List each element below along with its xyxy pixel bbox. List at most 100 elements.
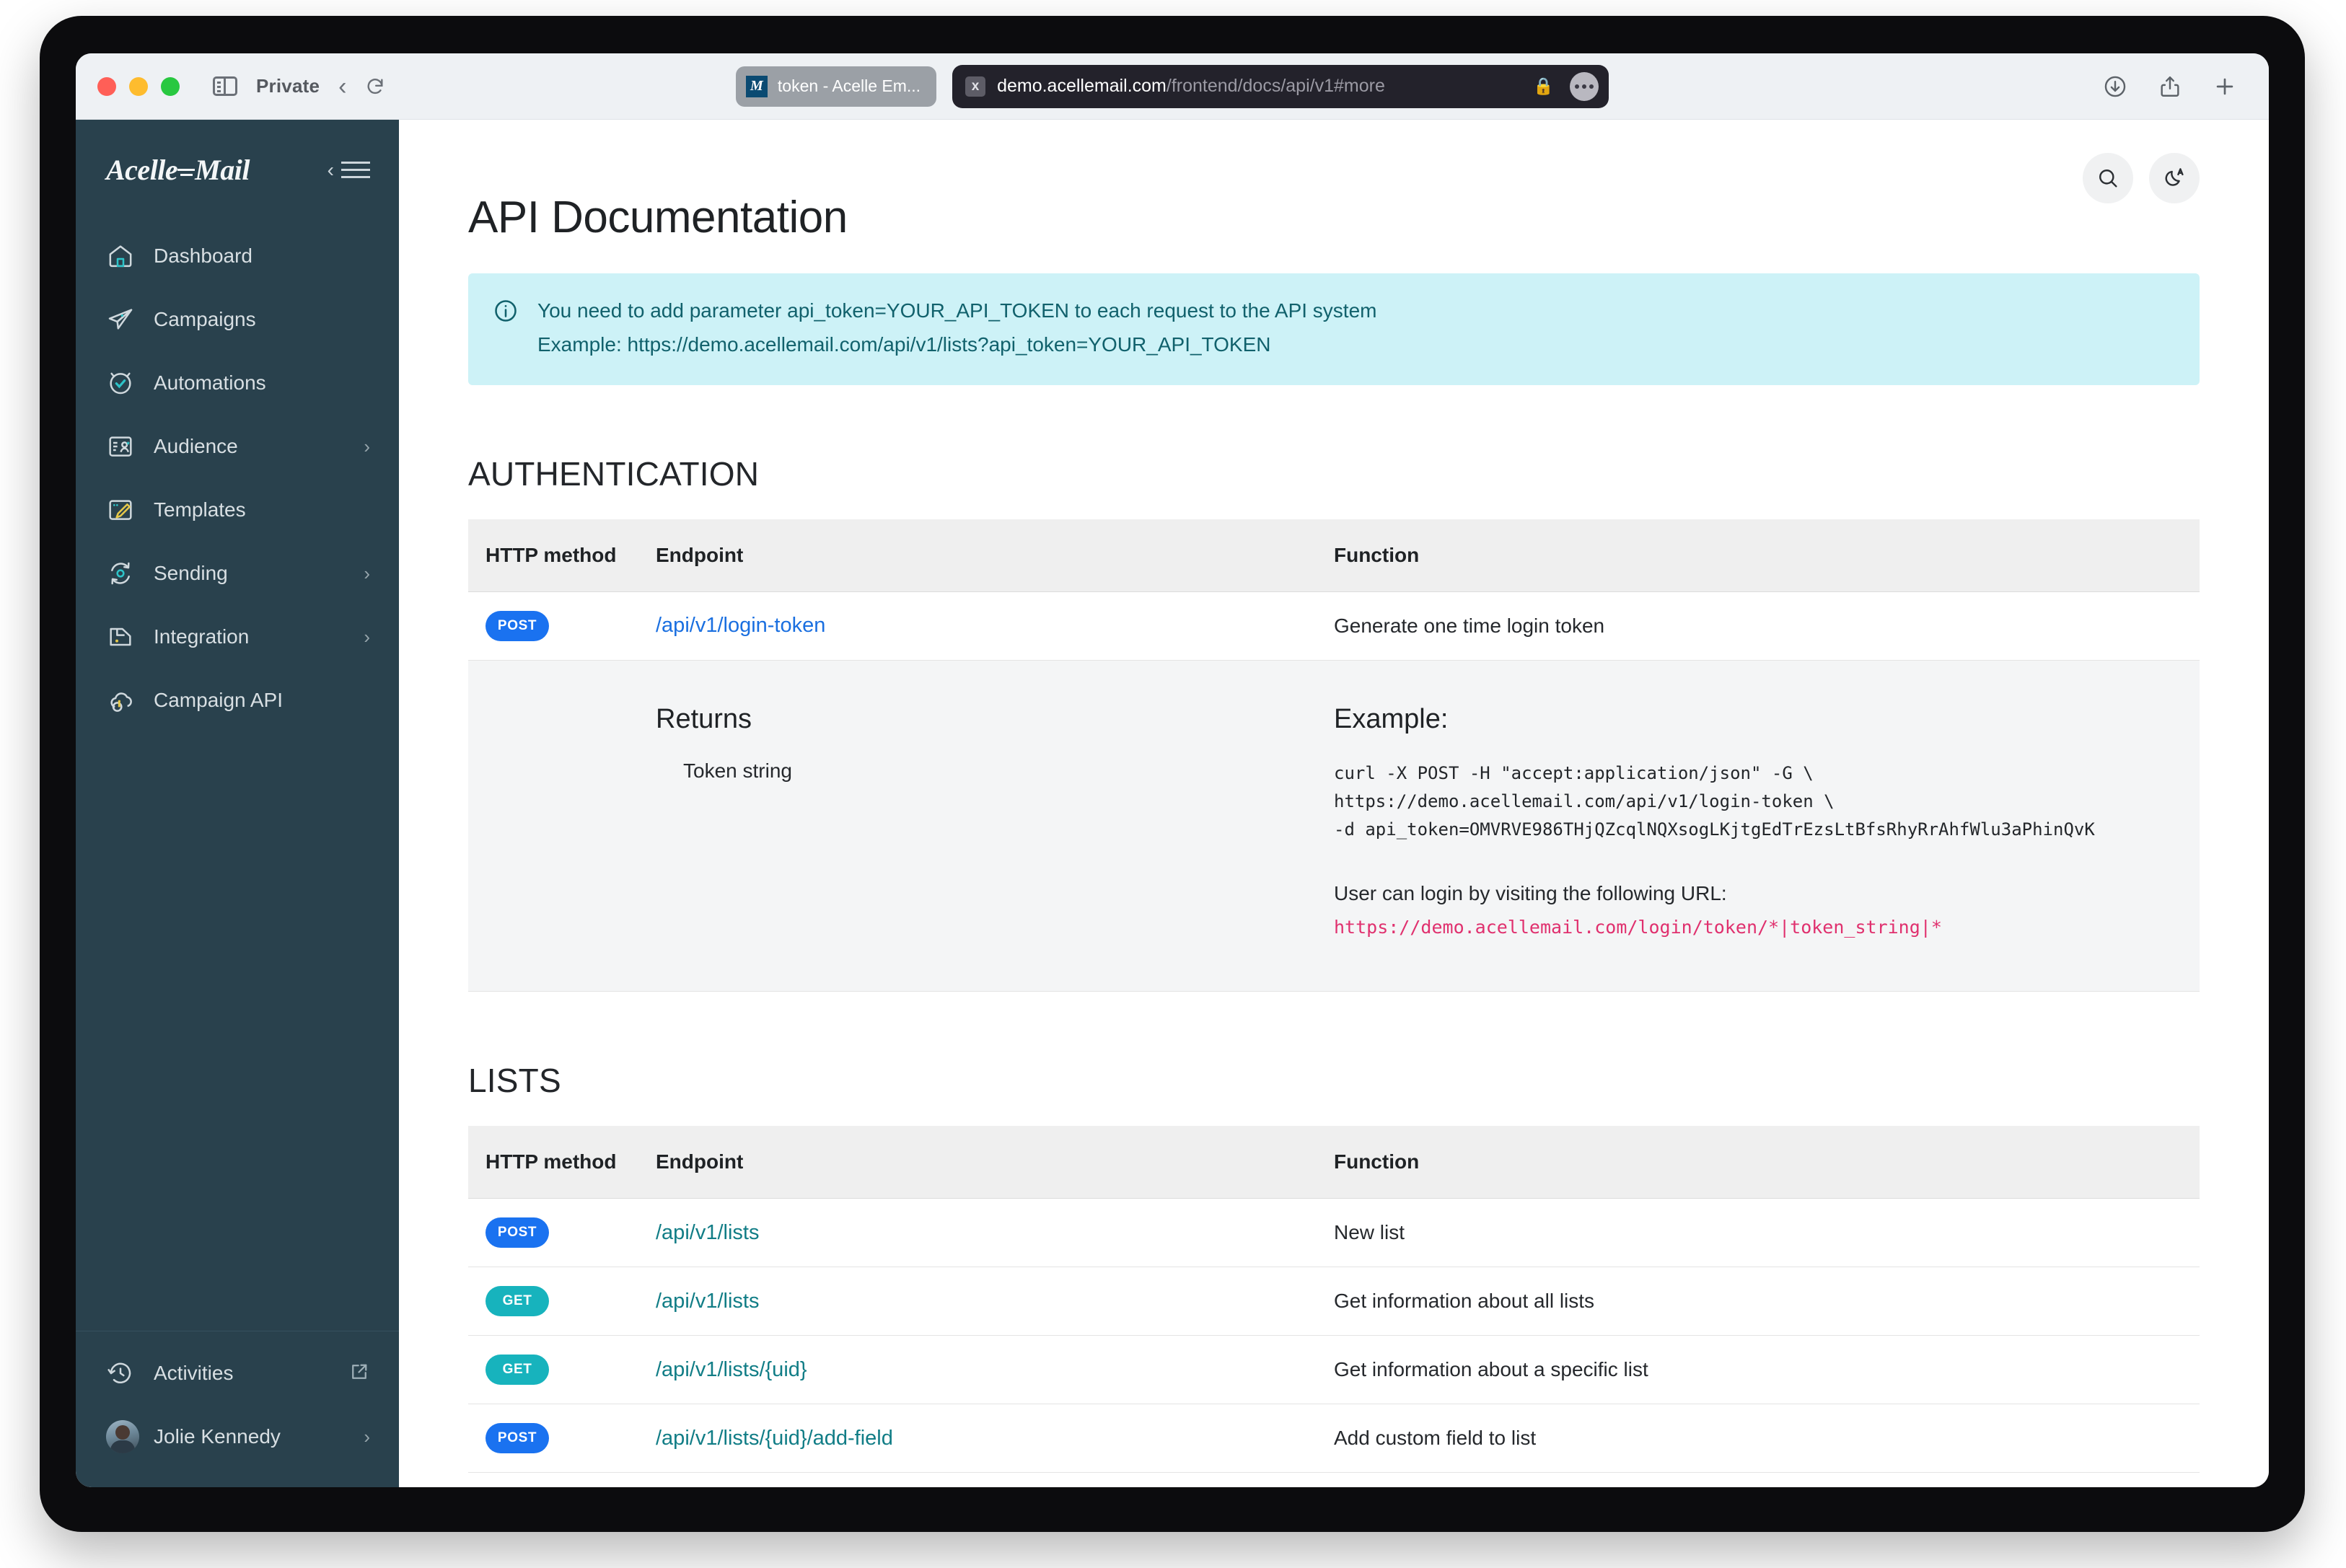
endpoint-link[interactable]: /api/v1/lists: [656, 1290, 759, 1313]
tab-title: token - Acelle Em...: [777, 76, 921, 95]
sidebar-item-dashboard[interactable]: Dashboard: [76, 224, 399, 288]
close-window-button[interactable]: [97, 76, 116, 96]
doc-body: API Documentation You need to add parame…: [399, 120, 2269, 1487]
lists-table: HTTP method Endpoint Function POST /api/…: [468, 1126, 2200, 1487]
sidebar-item-label: Sending: [154, 562, 228, 584]
private-mode-label: Private: [256, 75, 320, 97]
example-code-block: curl -X POST -H "accept:application/json…: [1334, 762, 2095, 840]
method-badge: GET: [486, 1286, 549, 1317]
sidebar-item-label: Activities: [154, 1362, 234, 1384]
browser-tab[interactable]: M token - Acelle Em...: [735, 66, 937, 107]
sidebar-item-activities[interactable]: Activities: [76, 1342, 399, 1405]
chevron-left-icon: ‹: [327, 158, 334, 181]
main-content: API Documentation You need to add parame…: [399, 120, 2269, 1487]
page-menu-button[interactable]: [1570, 71, 1599, 101]
column-header-function: Function: [1334, 1126, 2200, 1199]
sidebar-item-label: Integration: [154, 625, 250, 648]
function-cell: Get information about all lists: [1334, 1267, 2200, 1336]
sidebar-item-label: Campaign API: [154, 689, 283, 711]
endpoint-link[interactable]: /api/v1/lists/{uid}/add-field: [656, 1427, 893, 1450]
browser-toolbar: Private ‹ M token - Acelle Em... x demo.…: [76, 53, 2269, 120]
section-title-lists: LISTS: [468, 1062, 561, 1100]
returns-value: Token string: [683, 759, 792, 782]
lock-icon: 🔒: [1533, 76, 1555, 95]
endpoint-cell: /api/v1/lists/{uid}: [656, 1335, 1334, 1405]
history-clock-icon: [106, 1359, 139, 1388]
table-row: DELETE /api/v1/lists/{uid} Delete a list: [468, 1472, 2200, 1487]
method-badge: POST: [486, 1423, 549, 1454]
sidebar-item-integration[interactable]: Integration ›: [76, 605, 399, 669]
maximize-window-button[interactable]: [161, 76, 180, 96]
app-logo[interactable]: Acelle Mail: [106, 153, 250, 187]
table-row: GET /api/v1/lists/{uid} Get information …: [468, 1335, 2200, 1405]
endpoint-cell: /api/v1/lists: [656, 1267, 1334, 1336]
method-cell: GET: [468, 1267, 656, 1336]
sidebar-item-templates[interactable]: Templates: [76, 478, 399, 542]
api-token-notice: You need to add parameter api_token=YOUR…: [468, 273, 2200, 385]
theme-auto-button[interactable]: [2149, 153, 2200, 203]
authentication-table: HTTP method Endpoint Function POST /api/…: [468, 519, 2200, 992]
chevron-left-icon[interactable]: ‹: [338, 74, 346, 99]
search-button[interactable]: [2083, 153, 2133, 203]
endpoint-link[interactable]: /api/v1/lists: [656, 1221, 759, 1244]
url-host: demo.acellemail.com: [997, 76, 1167, 96]
function-cell: Add custom field to list: [1334, 1404, 2200, 1474]
endpoint-link[interactable]: /api/v1/login-token: [656, 614, 825, 637]
sidebar-item-label: Dashboard: [154, 245, 252, 267]
tracker-blocked-icon[interactable]: x: [965, 76, 986, 97]
sidebar-nav: Dashboard Campaigns Automations Audience…: [76, 208, 399, 1331]
reload-icon[interactable]: [365, 76, 385, 97]
sidebar-item-label: Audience: [154, 435, 238, 457]
login-url-value: https://demo.acellemail.com/login/token/…: [1334, 917, 1942, 938]
avatar: [106, 1420, 139, 1453]
endpoint-link[interactable]: /api/v1/lists/{uid}: [656, 1358, 807, 1381]
campaign-api-icon: [106, 686, 139, 715]
method-badge: POST: [486, 610, 549, 641]
chevron-right-icon: ›: [364, 563, 370, 584]
column-header-function: Function: [1334, 519, 2200, 592]
sidebar-item-audience[interactable]: Audience ›: [76, 415, 399, 478]
new-tab-icon[interactable]: [2213, 74, 2237, 99]
table-row: POST /api/v1/lists New list: [468, 1198, 2200, 1268]
table-header-row: HTTP method Endpoint Function: [468, 519, 2200, 592]
sidebar-item-sending[interactable]: Sending ›: [76, 542, 399, 605]
minimize-window-button[interactable]: [129, 76, 148, 96]
automation-check-icon: [106, 369, 139, 397]
desktop-background: Private ‹ M token - Acelle Em... x demo.…: [0, 0, 2346, 1568]
address-bar[interactable]: x demo.acellemail.com/frontend/docs/api/…: [952, 64, 1609, 108]
method-badge: POST: [486, 1217, 549, 1248]
sidebar-item-label: Campaigns: [154, 308, 256, 330]
sidebar-item-automations[interactable]: Automations: [76, 351, 399, 415]
endpoint-detail-row: Returns Token string Example: curl -X PO…: [468, 660, 2200, 992]
sidebar: Acelle Mail ‹ Dashboard Campaigns Automa…: [76, 120, 399, 1487]
page-actions: [2083, 153, 2200, 203]
endpoint-cell: /api/v1/lists/{uid}/add-field: [656, 1404, 1334, 1474]
method-cell: POST: [468, 1404, 656, 1474]
method-badge: GET: [486, 1355, 549, 1386]
hamburger-icon: [341, 162, 370, 178]
method-cell: DELETE: [468, 1472, 656, 1487]
template-brush-icon: [106, 495, 139, 524]
sidebar-toggle-icon[interactable]: [213, 76, 237, 96]
laptop-frame: Private ‹ M token - Acelle Em... x demo.…: [40, 16, 2305, 1532]
column-header-endpoint: Endpoint: [656, 1126, 1334, 1199]
notice-line-2: Example: https://demo.acellemail.com/api…: [537, 333, 1271, 356]
endpoint-cell: /api/v1/lists/{uid}: [656, 1472, 1334, 1487]
login-url-note: User can login by visiting the following…: [1334, 882, 1727, 905]
share-icon[interactable]: [2158, 74, 2182, 99]
sidebar-item-user-account[interactable]: Jolie Kennedy ›: [76, 1405, 399, 1468]
sidebar-item-campaigns[interactable]: Campaigns: [76, 288, 399, 351]
user-name-label: Jolie Kennedy: [154, 1425, 281, 1448]
sidebar-item-label: Automations: [154, 371, 266, 394]
paper-plane-icon: [106, 305, 139, 334]
audience-icon: [106, 432, 139, 461]
endpoint-cell: /api/v1/login-token: [656, 591, 1334, 661]
window-traffic-lights[interactable]: [97, 76, 180, 96]
function-cell: Get information about a specific list: [1334, 1335, 2200, 1405]
external-link-icon[interactable]: [348, 1361, 370, 1386]
sidebar-collapse-button[interactable]: ‹: [327, 158, 370, 181]
download-icon[interactable]: [2103, 74, 2127, 99]
address-bar-text: demo.acellemail.com/frontend/docs/api/v1…: [997, 76, 1521, 97]
returns-heading: Returns: [656, 703, 752, 734]
sidebar-item-campaign-api[interactable]: Campaign API: [76, 669, 399, 732]
